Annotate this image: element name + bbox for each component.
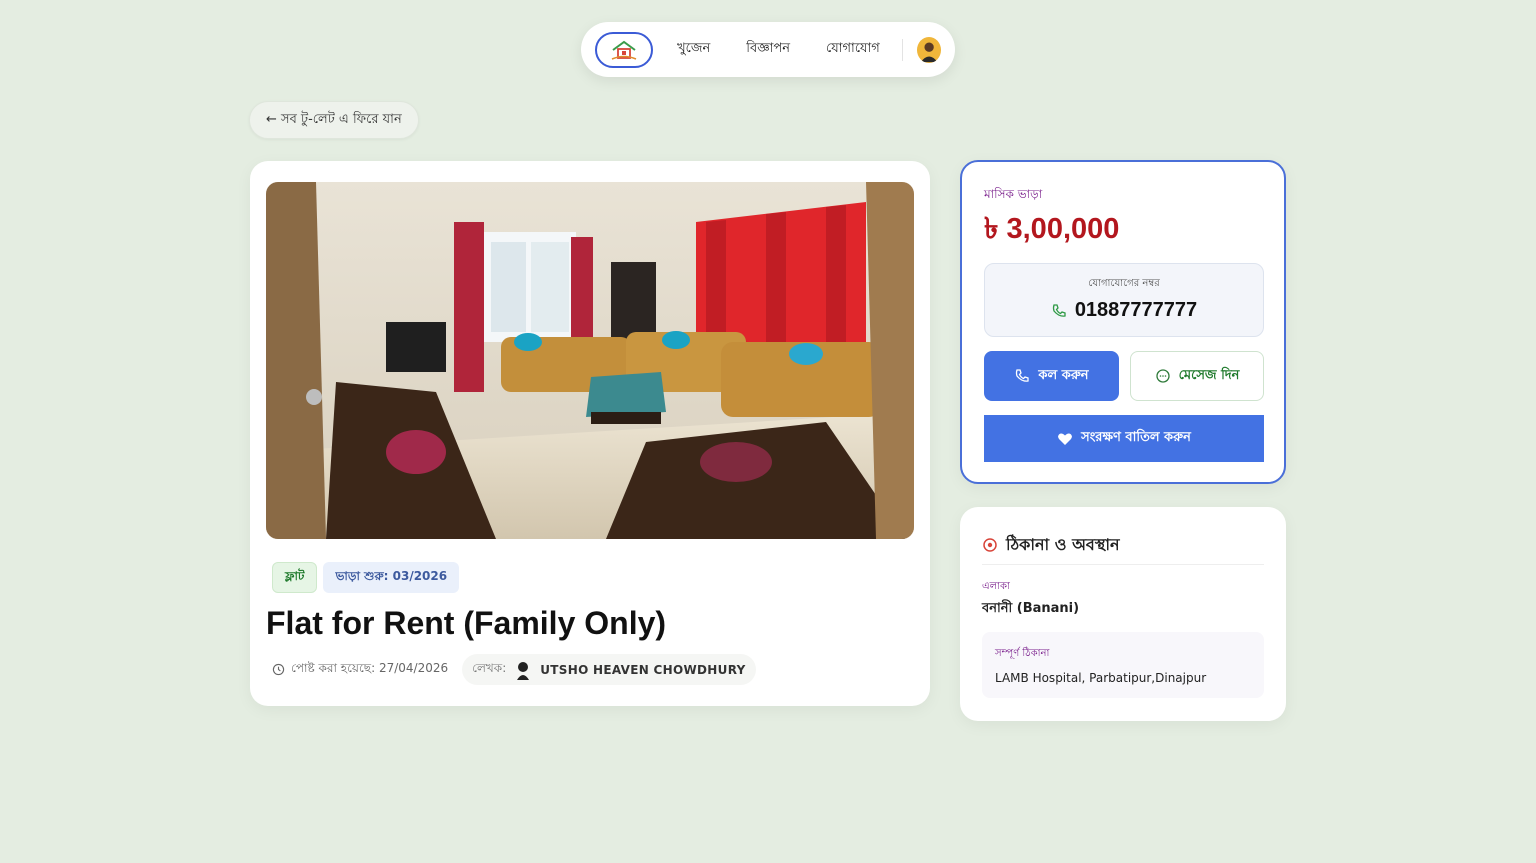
area-label: এলাকা [982, 581, 1010, 592]
posted-date: পোষ্ট করা হয়েছে: 27/04/2026 [272, 660, 448, 680]
author-label: লেখক: [472, 660, 507, 675]
listing-meta: পোষ্ট করা হয়েছে: 27/04/2026 লেখক: UTSHO… [272, 654, 756, 685]
user-avatar-icon [920, 42, 938, 62]
contact-number: 01887777777 [985, 299, 1263, 322]
nav-divider [901, 38, 903, 61]
full-address-value: LAMB Hospital, Parbatipur,Dinajpur [995, 671, 1207, 685]
property-type-badge: ফ্লাট [272, 562, 318, 593]
location-pin-icon [983, 537, 997, 552]
call-button-label: কল করুন [1038, 367, 1089, 383]
nav-link-search[interactable]: খুজেন [659, 39, 728, 60]
area-value: বনানী (Banani) [982, 601, 1080, 616]
listing-card: ফ্লাট ভাড়া শুরু: 03/2026 Flat for Rent … [250, 161, 930, 706]
top-navbar: খুজেন বিজ্ঞাপন যোগাযোগ [581, 22, 955, 77]
home-logo-button[interactable] [595, 31, 654, 68]
phone-icon [1016, 369, 1030, 382]
chat-bubble-icon [1155, 369, 1170, 383]
author-avatar-icon [517, 661, 530, 680]
call-button[interactable]: কল করুন [984, 351, 1119, 401]
message-button-label: মেসেজ দিন [1178, 367, 1240, 383]
living-room-photo [266, 182, 914, 539]
back-to-listings-button[interactable]: ← সব টু-লেট এ ফিরে যান [249, 101, 419, 139]
monthly-rent-label: মাসিক ভাড়া [984, 187, 1043, 201]
listing-title: Flat for Rent (Family Only) [266, 605, 667, 641]
posted-date-text: পোষ্ট করা হয়েছে: 27/04/2026 [291, 660, 449, 675]
nav-link-ads[interactable]: বিজ্ঞাপন [728, 39, 808, 60]
nav-link-contact[interactable]: যোগাযোগ [808, 39, 898, 60]
clock-icon [272, 663, 285, 676]
unsave-button-label: সংরক্ষণ বাতিল করুন [1081, 430, 1191, 445]
listing-photo[interactable] [266, 182, 914, 539]
author-chip[interactable]: লেখক: UTSHO HEAVEN CHOWDHURY [462, 654, 756, 685]
heart-icon [1058, 433, 1072, 445]
contact-number-text: 01887777777 [1074, 299, 1198, 321]
user-avatar[interactable] [916, 36, 941, 63]
location-heading-text: ঠিকানা ও অবস্থান [1006, 535, 1120, 554]
message-button[interactable]: মেসেজ দিন [1130, 351, 1264, 401]
contact-number-box: যোগাযোগের নম্বর 01887777777 [984, 263, 1264, 337]
monthly-rent-price: ৳ 3,00,000 [984, 213, 1120, 245]
house-logo-icon [611, 40, 637, 60]
full-address-label: সম্পূর্ণ ঠিকানা [995, 648, 1050, 659]
price-card: মাসিক ভাড়া ৳ 3,00,000 যোগাযোগের নম্বর 0… [960, 160, 1286, 484]
listing-tags: ফ্লাট ভাড়া শুরু: 03/2026 [272, 562, 460, 593]
author-name: UTSHO HEAVEN CHOWDHURY [540, 662, 746, 677]
location-heading: ঠিকানা ও অবস্থান [982, 527, 1264, 565]
phone-icon [1052, 303, 1066, 317]
unsave-button[interactable]: সংরক্ষণ বাতিল করুন [984, 415, 1264, 462]
location-card: ঠিকানা ও অবস্থান এলাকা বনানী (Banani) সম… [960, 507, 1286, 721]
rent-start-badge: ভাড়া শুরু: 03/2026 [323, 562, 460, 593]
contact-number-label: যোগাযোগের নম্বর [1088, 278, 1160, 289]
full-address-box: সম্পূর্ণ ঠিকানা LAMB Hospital, Parbatipu… [982, 632, 1264, 698]
